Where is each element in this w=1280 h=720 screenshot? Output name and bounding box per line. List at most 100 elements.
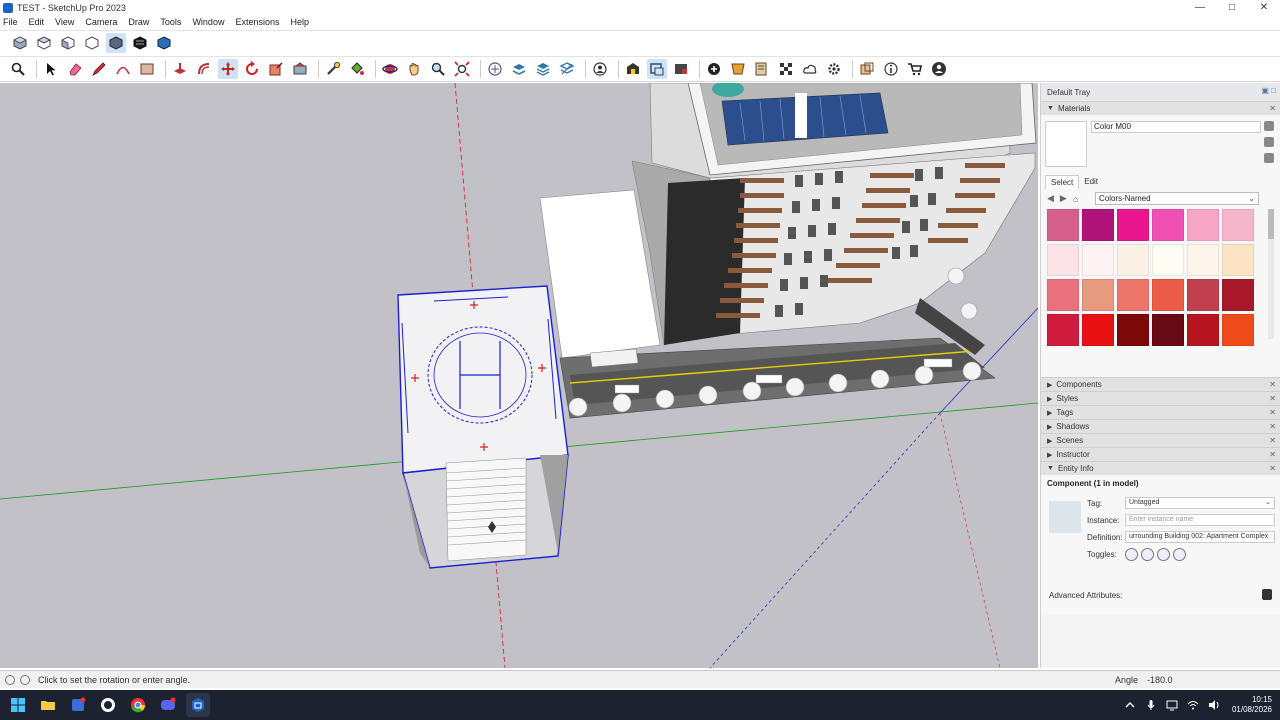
material-swatch[interactable]: [1082, 314, 1114, 346]
volume-icon[interactable]: [1208, 699, 1220, 711]
zoom-extents-icon[interactable]: [452, 59, 472, 79]
add-location-icon[interactable]: [704, 59, 724, 79]
cart-icon[interactable]: [905, 59, 925, 79]
material-swatch[interactable]: [1117, 209, 1149, 241]
info-icon[interactable]: [20, 674, 30, 685]
bottom-view-icon[interactable]: [154, 33, 174, 53]
rectangle-icon[interactable]: [137, 59, 157, 79]
paint-bucket-icon[interactable]: [347, 59, 367, 79]
material-swatch[interactable]: [1187, 209, 1219, 241]
section-plane-icon[interactable]: [485, 59, 505, 79]
entity-info-panel-header[interactable]: ▼ Entity Info ✕: [1041, 461, 1280, 475]
geo-location-icon[interactable]: [5, 674, 15, 685]
tape-measure-icon[interactable]: [323, 59, 343, 79]
material-swatch[interactable]: [1082, 244, 1114, 276]
file-explorer-icon[interactable]: [36, 693, 60, 717]
menu-file[interactable]: File: [3, 17, 18, 27]
swatch-scrollbar[interactable]: [1268, 209, 1274, 339]
menu-help[interactable]: Help: [290, 17, 309, 27]
panel-header-tags[interactable]: ▶ Tags ✕: [1041, 405, 1280, 419]
sketchup-taskbar-icon[interactable]: [186, 693, 210, 717]
panel-header-components[interactable]: ▶ Components ✕: [1041, 377, 1280, 391]
app-icon[interactable]: [66, 693, 90, 717]
warehouse-icon[interactable]: [623, 59, 643, 79]
material-swatch[interactable]: [1047, 244, 1079, 276]
maximize-icon[interactable]: □: [1216, 0, 1248, 15]
material-swatch[interactable]: [1082, 209, 1114, 241]
back-view-icon[interactable]: [106, 33, 126, 53]
menu-view[interactable]: View: [55, 17, 74, 27]
scale-icon[interactable]: [266, 59, 286, 79]
chevron-up-icon[interactable]: [1124, 699, 1136, 711]
model-viewport[interactable]: [0, 83, 1038, 668]
pencil-line-icon[interactable]: [89, 59, 109, 79]
material-swatch[interactable]: [1047, 279, 1079, 311]
tab-select[interactable]: Select: [1045, 175, 1080, 189]
orbit-icon[interactable]: [380, 59, 400, 79]
solid-icon[interactable]: [857, 59, 877, 79]
cloud-icon[interactable]: [800, 59, 820, 79]
menu-camera[interactable]: Camera: [85, 17, 117, 27]
settings-icon[interactable]: [824, 59, 844, 79]
close-panel-icon[interactable]: ✕: [1269, 104, 1276, 113]
material-swatch[interactable]: [1222, 209, 1254, 241]
material-swatch[interactable]: [1117, 314, 1149, 346]
material-swatch[interactable]: [1222, 279, 1254, 311]
material-swatch[interactable]: [1152, 314, 1184, 346]
close-panel-icon[interactable]: ✕: [1269, 408, 1276, 417]
follow-me-icon[interactable]: [290, 59, 310, 79]
iso-view-icon[interactable]: [10, 33, 30, 53]
pan-icon[interactable]: [404, 59, 424, 79]
lock-toggle-icon[interactable]: [1141, 548, 1154, 561]
definition-input[interactable]: urrounding Building 002: Apartment Compl…: [1125, 531, 1275, 543]
home-icon[interactable]: ⌂: [1073, 194, 1078, 204]
visibility-toggle-icon[interactable]: [1125, 548, 1138, 561]
profile-icon[interactable]: [590, 59, 610, 79]
tab-edit[interactable]: Edit: [1079, 175, 1103, 189]
close-panel-icon[interactable]: ✕: [1269, 436, 1276, 445]
panel-header-instructor[interactable]: ▶ Instructor ✕: [1041, 447, 1280, 461]
create-material-icon[interactable]: [1264, 121, 1274, 131]
left-view-icon[interactable]: [130, 33, 150, 53]
arc-icon[interactable]: [113, 59, 133, 79]
minimize-icon[interactable]: —: [1184, 0, 1216, 15]
monitor-icon[interactable]: [1166, 699, 1178, 711]
windows-start-icon[interactable]: [6, 693, 30, 717]
walk-icon[interactable]: [557, 59, 577, 79]
measurements-value[interactable]: -180.0: [1147, 675, 1173, 685]
zoom-icon[interactable]: [428, 59, 448, 79]
material-swatch[interactable]: [1187, 244, 1219, 276]
account-icon[interactable]: [929, 59, 949, 79]
menu-tools[interactable]: Tools: [160, 17, 181, 27]
tray-pin-icon[interactable]: ▣ □: [1261, 86, 1276, 95]
material-swatch[interactable]: [1152, 279, 1184, 311]
close-panel-icon[interactable]: ✕: [1269, 422, 1276, 431]
menu-edit[interactable]: Edit: [29, 17, 45, 27]
instance-input[interactable]: Enter instance name: [1125, 514, 1275, 526]
menu-draw[interactable]: Draw: [128, 17, 149, 27]
material-swatch[interactable]: [1047, 209, 1079, 241]
push-pull-icon[interactable]: [170, 59, 190, 79]
chrome-icon[interactable]: [126, 693, 150, 717]
top-view-icon[interactable]: [34, 33, 54, 53]
default-material-icon[interactable]: [1264, 137, 1274, 147]
info-icon[interactable]: [881, 59, 901, 79]
tag-icon[interactable]: [509, 59, 529, 79]
menu-extensions[interactable]: Extensions: [235, 17, 279, 27]
clock[interactable]: 10:15 01/08/2026: [1232, 695, 1272, 715]
back-arrow-icon[interactable]: ◀: [1047, 193, 1054, 204]
materials-panel-header[interactable]: ▼ Materials ✕: [1041, 101, 1280, 115]
sample-paint-icon[interactable]: [1264, 153, 1274, 163]
material-swatch[interactable]: [1117, 244, 1149, 276]
close-panel-icon[interactable]: ✕: [1269, 394, 1276, 403]
wifi-icon[interactable]: [1187, 699, 1199, 711]
photo-icon[interactable]: [671, 59, 691, 79]
material-swatch[interactable]: [1117, 279, 1149, 311]
close-icon[interactable]: ✕: [1248, 0, 1280, 15]
rotate-icon[interactable]: [242, 59, 262, 79]
geo-photo-icon[interactable]: [752, 59, 772, 79]
material-swatch[interactable]: [1152, 244, 1184, 276]
forward-arrow-icon[interactable]: ▶: [1060, 193, 1067, 204]
github-icon[interactable]: [96, 693, 120, 717]
material-swatch[interactable]: [1187, 314, 1219, 346]
